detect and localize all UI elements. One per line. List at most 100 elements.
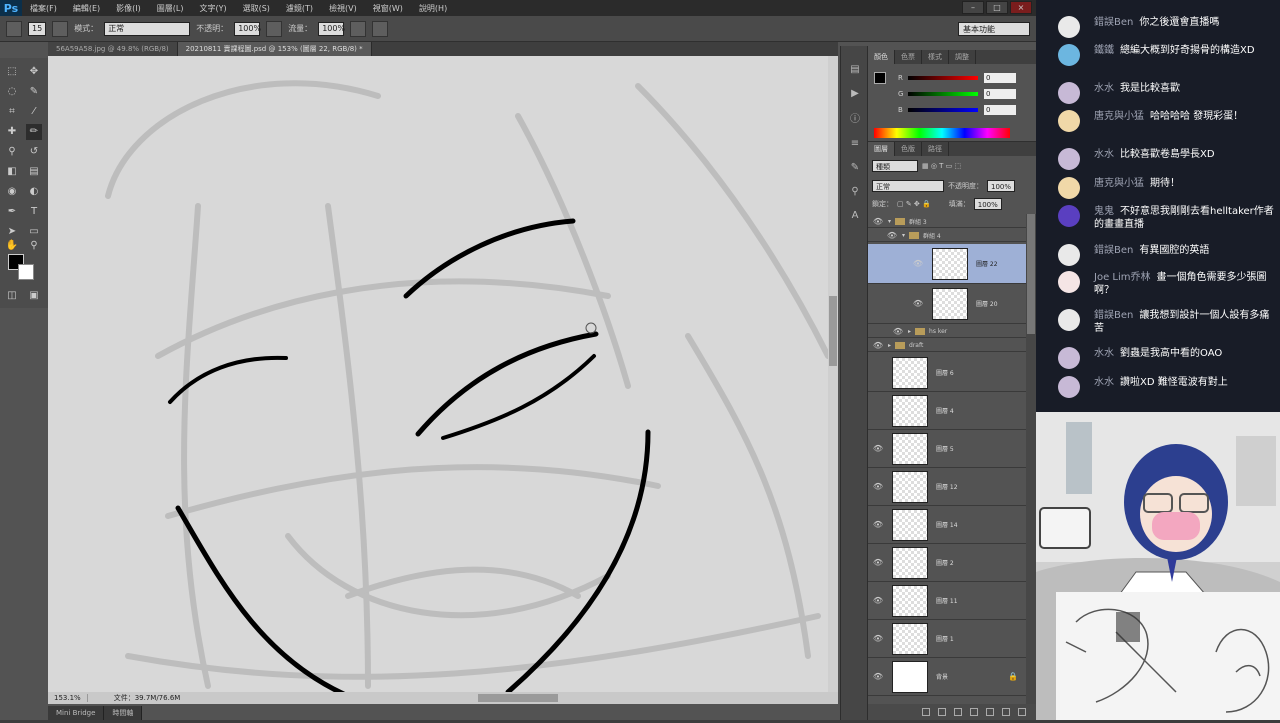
- eye-icon[interactable]: 👁: [868, 482, 888, 491]
- eye-icon[interactable]: 👁: [868, 596, 888, 605]
- slider-red-track[interactable]: [908, 76, 978, 80]
- new-layer-icon[interactable]: [1002, 708, 1010, 716]
- blur-tool-icon[interactable]: ◉: [4, 184, 20, 200]
- healing-brush-icon[interactable]: ✚: [4, 124, 20, 140]
- stamp-tool-icon[interactable]: ⚲: [4, 144, 20, 160]
- layer-group-row[interactable]: 👁 ▾ 群組 3: [868, 216, 1026, 228]
- slider-red[interactable]: R 0: [898, 73, 1028, 83]
- color-spectrum-ramp[interactable]: [874, 128, 1010, 138]
- layer-mask-icon[interactable]: [954, 708, 962, 716]
- background-color-swatch[interactable]: [18, 264, 34, 280]
- layer-kind-filter[interactable]: 種類: [872, 160, 918, 172]
- airbrush-icon[interactable]: [350, 20, 367, 37]
- menu-view[interactable]: 檢視(V): [321, 3, 365, 14]
- slider-blue-track[interactable]: [908, 108, 978, 112]
- opacity-input[interactable]: 100%: [234, 21, 261, 36]
- slider-red-value[interactable]: 0: [984, 73, 1016, 83]
- layer-opacity-input[interactable]: 100%: [987, 180, 1016, 192]
- brush-presets-icon[interactable]: ✎: [847, 160, 863, 176]
- gradient-tool-icon[interactable]: ▤: [26, 164, 42, 180]
- workspace-select[interactable]: 基本功能: [958, 22, 1030, 36]
- properties-panel-icon[interactable]: ≡: [847, 136, 863, 152]
- eye-icon[interactable]: 👁: [868, 634, 888, 643]
- doc-tab-reference[interactable]: 56A59A58.jpg @ 49.8% (RGB/8): [48, 42, 178, 56]
- layers-scrollbar[interactable]: [1026, 214, 1036, 704]
- menu-file[interactable]: 檔案(F): [22, 3, 65, 14]
- mode-select[interactable]: 正常: [104, 21, 191, 36]
- eye-icon[interactable]: 👁: [868, 217, 888, 226]
- tab-adjustments[interactable]: 調整: [949, 50, 976, 64]
- quick-mask-icon[interactable]: ◫: [4, 288, 20, 304]
- slider-green-track[interactable]: [908, 92, 978, 96]
- eye-icon[interactable]: 👁: [908, 259, 928, 268]
- eye-icon[interactable]: 👁: [882, 231, 902, 240]
- menu-help[interactable]: 說明(H): [411, 3, 455, 14]
- vertical-scroll-thumb[interactable]: [829, 296, 837, 366]
- fill-input[interactable]: 100%: [973, 198, 1002, 210]
- horizontal-scroll-thumb[interactable]: [478, 694, 558, 702]
- document-canvas[interactable]: [48, 56, 834, 692]
- layer-row[interactable]: 👁 圖層 20: [868, 284, 1026, 324]
- menu-window[interactable]: 視窗(W): [365, 3, 411, 14]
- adjustment-layer-icon[interactable]: [970, 708, 978, 716]
- layer-group-row[interactable]: 👁 ▾ 群組 4: [868, 230, 1026, 242]
- lock-icons[interactable]: ▢ ✎ ✥ 🔒: [897, 200, 931, 208]
- layer-row[interactable]: 圖層 4: [868, 392, 1026, 430]
- history-panel-icon[interactable]: ▤: [847, 62, 863, 78]
- tab-styles[interactable]: 樣式: [922, 50, 949, 64]
- brush-tool-active-icon[interactable]: ✏: [26, 124, 42, 140]
- layer-row[interactable]: 👁 圖層 5: [868, 430, 1026, 468]
- crop-tool-icon[interactable]: ⌗: [4, 104, 20, 120]
- pressure-size-icon[interactable]: [372, 20, 389, 37]
- layer-group-row[interactable]: 👁 ▸ hs ker: [868, 326, 1026, 338]
- dodge-tool-icon[interactable]: ◐: [26, 184, 42, 200]
- screen-mode-icon[interactable]: ▣: [26, 288, 42, 304]
- slider-green-value[interactable]: 0: [984, 89, 1016, 99]
- layer-group-row[interactable]: 👁 ▸ draft: [868, 340, 1026, 352]
- eye-icon[interactable]: 👁: [868, 672, 888, 681]
- tab-layers[interactable]: 圖層: [868, 142, 895, 156]
- maximize-button[interactable]: □: [986, 1, 1008, 14]
- blend-mode-select[interactable]: 正常: [872, 180, 944, 192]
- menu-type[interactable]: 文字(Y): [191, 3, 234, 14]
- layer-row[interactable]: 👁 圖層 11: [868, 582, 1026, 620]
- tab-timeline[interactable]: 時間軸: [104, 706, 143, 720]
- eyedropper-tool-icon[interactable]: ⁄: [26, 104, 42, 120]
- minimize-button[interactable]: –: [962, 1, 984, 14]
- move-tool-icon[interactable]: ✥: [26, 64, 42, 80]
- zoom-tool-icon[interactable]: ⚲: [26, 238, 42, 254]
- eye-icon[interactable]: 👁: [888, 327, 908, 336]
- delete-layer-icon[interactable]: [1018, 708, 1026, 716]
- filter-icons[interactable]: ▦ ◎ T ▭ ⬚: [922, 162, 961, 170]
- eye-icon[interactable]: 👁: [908, 299, 928, 308]
- tab-paths[interactable]: 路徑: [922, 142, 949, 156]
- layer-row[interactable]: 👁 圖層 2: [868, 544, 1026, 582]
- type-tool-icon[interactable]: T: [26, 204, 42, 220]
- marquee-tool-icon[interactable]: ⬚: [4, 64, 20, 80]
- layers-scroll-thumb[interactable]: [1027, 214, 1035, 334]
- doc-tab-active[interactable]: 20210811 賣課程圖.psd @ 153% (圖層 22, RGB/8) …: [177, 42, 372, 56]
- slider-blue-value[interactable]: 0: [984, 105, 1016, 115]
- layer-row-selected[interactable]: 👁 圖層 22: [868, 244, 1026, 284]
- history-brush-icon[interactable]: ↺: [26, 144, 42, 160]
- link-layers-icon[interactable]: [922, 708, 930, 716]
- layer-row[interactable]: 👁 圖層 1: [868, 620, 1026, 658]
- tab-swatches[interactable]: 色票: [895, 50, 922, 64]
- layer-row[interactable]: 👁 圖層 14: [868, 506, 1026, 544]
- tab-channels[interactable]: 色版: [895, 142, 922, 156]
- slider-blue[interactable]: B 0: [898, 105, 1028, 115]
- slider-green[interactable]: G 0: [898, 89, 1028, 99]
- canvas-vertical-scrollbar[interactable]: [828, 56, 838, 692]
- lasso-tool-icon[interactable]: ◌: [4, 84, 20, 100]
- tab-color[interactable]: 顏色: [868, 50, 895, 64]
- flow-input[interactable]: 100%: [318, 21, 345, 36]
- layer-row[interactable]: 👁 圖層 12: [868, 468, 1026, 506]
- eye-icon[interactable]: 👁: [868, 520, 888, 529]
- info-panel-icon[interactable]: ⓘ: [847, 112, 863, 128]
- menu-edit[interactable]: 編輯(E): [65, 3, 108, 14]
- eraser-tool-icon[interactable]: ◧: [4, 164, 20, 180]
- chevron-down-icon[interactable]: ▾: [902, 232, 905, 239]
- chevron-down-icon[interactable]: ▾: [888, 218, 891, 225]
- character-panel-icon[interactable]: A: [847, 208, 863, 224]
- brush-size-picker[interactable]: 15: [28, 21, 47, 36]
